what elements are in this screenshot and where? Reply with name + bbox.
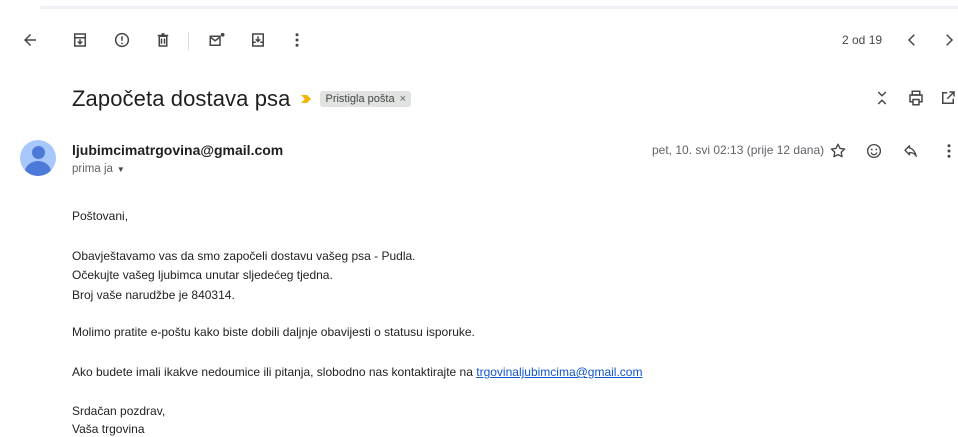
message-toolbar: 2 od 19: [0, 22, 958, 58]
body-line-2: Očekujte vašeg ljubimca unutar sljedećeg…: [72, 268, 333, 282]
label-chip-text: Pristigla pošta: [325, 93, 395, 105]
newer-icon[interactable]: [937, 28, 958, 52]
back-arrow-icon[interactable]: [18, 28, 42, 52]
body-line-5: Ako budete imali ikakve nedoumice ili pi…: [72, 362, 642, 382]
body-signature: Vaša trgovina: [72, 422, 145, 436]
sender-avatar[interactable]: [20, 140, 56, 176]
top-divider: [40, 6, 958, 9]
avatar-head: [32, 146, 45, 159]
older-icon[interactable]: [900, 28, 924, 52]
more-vert-icon[interactable]: [285, 28, 309, 52]
email-subject: Započeta dostava psa: [72, 86, 291, 111]
body-greeting: Poštovani,: [72, 209, 129, 223]
subject-row: Započeta dostava psa Pristigla pošta ×: [72, 82, 412, 116]
recipient-details[interactable]: prima ja ▼: [72, 163, 125, 175]
top-strip: [0, 0, 958, 9]
reply-icon[interactable]: [899, 139, 923, 163]
body-line-3: Broj vaše narudžbe je 840314.: [72, 288, 235, 302]
move-to-icon[interactable]: [246, 28, 270, 52]
delete-icon[interactable]: [151, 28, 175, 52]
body-closing: Srdačan pozdrav,: [72, 404, 166, 418]
expand-all-icon[interactable]: [870, 86, 894, 110]
importance-marker-icon[interactable]: [300, 93, 312, 105]
pager-count: 2 od 19: [842, 33, 883, 47]
star-icon[interactable]: [826, 139, 850, 163]
emoji-reaction-icon[interactable]: [862, 139, 886, 163]
recipient-label: prima ja: [72, 163, 113, 175]
body-line-1: Obavještavamo vas da smo započeli dostav…: [72, 249, 416, 263]
mark-unread-icon[interactable]: [205, 28, 229, 52]
sender-email[interactable]: ljubimcimatrgovina@gmail.com: [72, 142, 283, 158]
archive-icon[interactable]: [68, 28, 92, 52]
email-date: pet, 10. svi 02:13 (prije 12 dana): [652, 143, 825, 157]
avatar-body: [25, 161, 51, 176]
toolbar-separator: [188, 32, 189, 50]
body-line-5-text: Ako budete imali ikakve nedoumice ili pi…: [72, 365, 477, 379]
contact-email-link[interactable]: trgovinaljubimcima@gmail.com: [476, 365, 642, 379]
label-remove-button[interactable]: ×: [400, 93, 406, 105]
body-line-4: Molimo pratite e-poštu kako biste dobili…: [72, 325, 475, 339]
print-icon[interactable]: [904, 86, 928, 110]
show-details-caret-icon[interactable]: ▼: [117, 165, 125, 174]
open-new-window-icon[interactable]: [936, 86, 958, 110]
message-more-icon[interactable]: [937, 139, 958, 163]
label-chip[interactable]: Pristigla pošta ×: [320, 91, 412, 107]
report-spam-icon[interactable]: [110, 28, 134, 52]
